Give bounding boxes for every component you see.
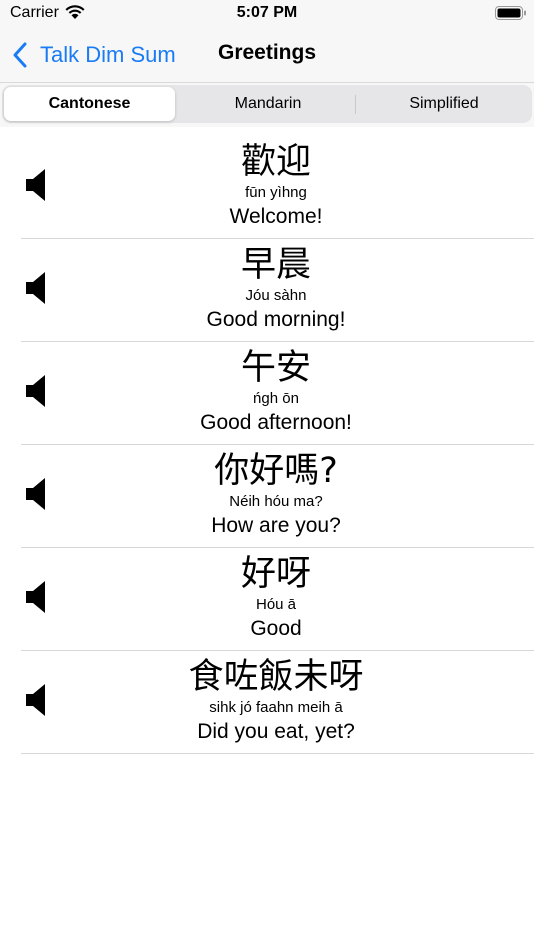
clock: 5:07 PM [236,4,298,21]
phrase-romanization: ńgh ōn [253,390,299,407]
back-button-label: Talk Dim Sum [40,42,176,67]
row-divider [21,753,534,754]
phrase-row[interactable]: 歡迎 fūn yìhng Welcome! [0,136,534,239]
phrase-romanization: Jóu sàhn [245,287,307,304]
phrase-english: Did you eat, yet? [197,720,355,743]
navigation-bar: Talk Dim Sum Greetings [0,30,534,82]
segment-mandarin[interactable]: Mandarin [182,85,354,123]
phrase-romanization: Hóu ā [255,596,297,613]
phrase-english: Good afternoon! [200,411,352,434]
segment-cantonese[interactable]: Cantonese [4,87,175,121]
phrase-romanization: fūn yìhng [245,184,307,201]
phrase-content: 午安 ńgh ōn Good afternoon! [0,347,534,436]
phrase-list: 歡迎 fūn yìhng Welcome! 早晨 Jóu sàhn Good m… [0,136,534,754]
phrase-content: 早晨 Jóu sàhn Good morning! [0,244,534,333]
phrase-row[interactable]: 你好嗎? Néih hóu ma? How are you? [0,445,534,548]
phrase-content: 好呀 Hóu ā Good [0,553,534,642]
chevron-left-icon [13,42,27,68]
battery-icon [495,6,526,20]
phrase-chinese: 午安 [240,348,311,388]
page-title: Greetings [217,41,317,64]
language-segmented-control: Cantonese Mandarin Simplified [2,85,532,123]
phrase-chinese: 好呀 [240,554,311,594]
app-screen: Carrier 5:07 PM Talk Dim Sum Greetings C… [0,0,534,950]
phrase-romanization: sihk jó faahn meih ā [209,699,343,716]
segment-simplified[interactable]: Simplified [358,85,530,123]
phrase-chinese: 早晨 [240,245,311,285]
phrase-row[interactable]: 午安 ńgh ōn Good afternoon! [0,342,534,445]
phrase-romanization: Néih hóu ma? [229,493,323,510]
segment-bar: Cantonese Mandarin Simplified [0,82,534,127]
phrase-content: 食咗飯未呀 sihk jó faahn meih ā Did you eat, … [0,656,534,745]
phrase-row[interactable]: 早晨 Jóu sàhn Good morning! [0,239,534,342]
phrase-content: 歡迎 fūn yìhng Welcome! [0,141,534,230]
phrase-chinese: 歡迎 [240,142,311,182]
phrase-row[interactable]: 食咗飯未呀 sihk jó faahn meih ā Did you eat, … [0,651,534,754]
phrase-chinese: 你好嗎? [214,451,338,491]
phrase-english: Good [250,617,302,640]
phrase-english: How are you? [211,514,341,537]
segment-divider [355,95,356,114]
back-button[interactable]: Talk Dim Sum [12,40,176,70]
phrase-english: Good morning! [206,308,346,331]
phrase-chinese: 食咗飯未呀 [188,657,364,697]
phrase-row[interactable]: 好呀 Hóu ā Good [0,548,534,651]
phrase-content: 你好嗎? Néih hóu ma? How are you? [0,450,534,539]
status-bar: Carrier 5:07 PM [0,0,534,30]
phrase-english: Welcome! [229,205,323,228]
